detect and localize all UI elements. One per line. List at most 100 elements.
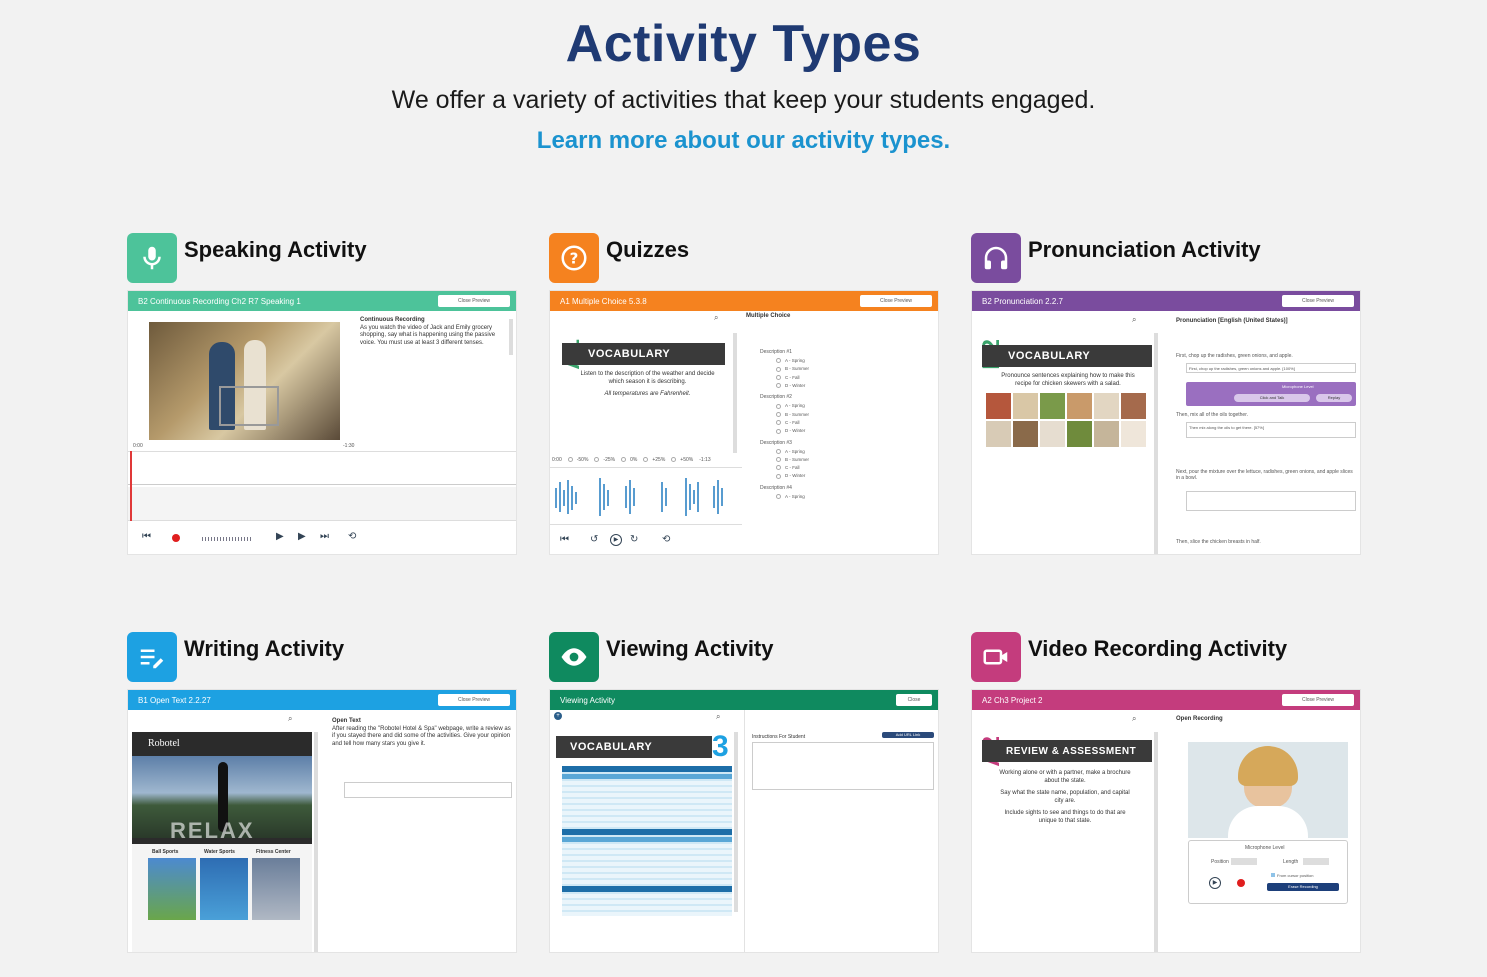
speed-option[interactable]: 0% (621, 457, 637, 463)
card-title: Pronunciation Activity (1028, 237, 1261, 262)
add-icon[interactable]: + (554, 712, 562, 720)
answer-option[interactable]: A - Spring (776, 358, 930, 364)
hotel-brand: Robotel (148, 738, 180, 749)
erase-recording-button[interactable]: Erase Recording (1267, 883, 1339, 891)
response-field[interactable] (344, 782, 512, 798)
preview-bar: B1 Open Text 2.2.27 Close Preview (128, 690, 516, 710)
zoom-icon[interactable]: ⌕ (1132, 315, 1136, 325)
answer-field[interactable] (1186, 491, 1356, 511)
quiz-instructions: Listen to the description of the weather… (580, 371, 715, 385)
speed-option[interactable]: -25% (594, 457, 615, 463)
skip-back-icon[interactable]: ⏮ (142, 531, 151, 542)
question-icon: ? (549, 233, 599, 283)
hero-section: Activity Types We offer a variety of act… (0, 0, 1487, 155)
video-thumbnail[interactable] (149, 322, 340, 440)
play-segment-icon[interactable]: ▶ (298, 531, 306, 542)
close-preview-button[interactable]: Close Preview (438, 694, 510, 706)
writing-instructions: After reading the "Robotel Hotel & Spa" … (332, 725, 511, 747)
answer-option[interactable]: C - Fall (776, 420, 930, 426)
sports-section: Ball Sports Water Sports Fitness Center (132, 844, 312, 952)
length-field[interactable] (1303, 858, 1329, 865)
zoom-icon[interactable]: ⌕ (288, 714, 292, 724)
vocabulary-banner: VOCABULARY (982, 345, 1152, 367)
rewind-icon[interactable]: ↺ (590, 534, 598, 545)
quiz-heading: Multiple Choice (746, 313, 791, 319)
scrollbar[interactable] (1154, 333, 1158, 554)
viewing-preview[interactable]: Viewing Activity Close + ⌕ VOCABULARY 3 … (549, 689, 939, 953)
answer-option[interactable]: B - Summer (776, 457, 930, 463)
speed-option[interactable]: +25% (643, 457, 665, 463)
card-quizzes: ? Quizzes A1 Multiple Choice 5.3.8 Close… (549, 233, 939, 555)
close-preview-button[interactable]: Close Preview (1282, 694, 1354, 706)
cursor-option[interactable]: From cursor position (1271, 873, 1313, 879)
audio-waveform[interactable] (550, 467, 742, 525)
play-icon[interactable]: ▶ (610, 534, 622, 546)
vocabulary-banner: VOCABULARY (562, 343, 725, 365)
loop-icon[interactable]: ⟲ (662, 534, 670, 545)
learn-more-link[interactable]: Learn more about our activity types. (537, 127, 950, 155)
answer-option[interactable]: C - Fall (776, 375, 930, 380)
answer-option[interactable]: D - Winter (776, 383, 930, 389)
click-talk-button[interactable]: Click and Talk (1234, 394, 1310, 402)
close-preview-button[interactable]: Close Preview (1282, 295, 1354, 307)
video-recording-preview[interactable]: A2 Ch3 Project 2 Close Preview ⌕ A2 REVI… (971, 689, 1361, 953)
loop-icon[interactable]: ⟲ (348, 531, 356, 542)
recording-heading: Open Recording (1176, 716, 1223, 722)
forward-icon[interactable]: ↻ (630, 534, 638, 545)
record-icon[interactable] (172, 534, 180, 542)
instructions-field[interactable] (752, 742, 934, 790)
scrollbar[interactable] (733, 333, 737, 453)
microphone-icon (127, 233, 177, 283)
skip-back-icon[interactable]: ⏮ (560, 534, 569, 545)
pronunciation-preview[interactable]: B2 Pronunciation 2.2.7 Close Preview ⌕ B… (971, 290, 1361, 555)
speed-controls[interactable]: 0:00 -50% -25% 0% +25% +50% -1:13 (552, 457, 740, 463)
add-url-button[interactable]: Add URL Link (882, 732, 934, 738)
answer-option[interactable]: B - Summer (776, 412, 930, 417)
sport-label: Ball Sports (152, 849, 179, 855)
waveform-track[interactable] (128, 451, 516, 485)
replay-button[interactable]: Replay (1316, 394, 1352, 402)
close-preview-button[interactable]: Close Preview (438, 295, 510, 307)
answer-option[interactable]: B - Summer (776, 366, 930, 372)
scrollbar[interactable] (1154, 732, 1158, 952)
answer-option[interactable]: A - Spring (776, 449, 930, 454)
zoom-icon[interactable]: ⌕ (714, 313, 718, 323)
writing-preview[interactable]: B1 Open Text 2.2.27 Close Preview ⌕ Robo… (127, 689, 517, 953)
scrollbar[interactable] (314, 732, 318, 952)
speaking-preview[interactable]: B2 Continuous Recording Ch2 R7 Speaking … (127, 290, 517, 555)
quiz-preview[interactable]: A1 Multiple Choice 5.3.8 Close Preview ⌕… (549, 290, 939, 555)
record-icon[interactable] (1237, 879, 1245, 887)
length-label: Length (1283, 859, 1299, 865)
activity-instructions: As you watch the video of Jack and Emily… (360, 324, 496, 346)
relax-text: RELAX (170, 818, 255, 843)
video-camera-icon (971, 632, 1021, 682)
preview-bar-title: A1 Multiple Choice 5.3.8 (560, 296, 647, 306)
speed-option[interactable]: -50% (567, 457, 588, 463)
close-preview-button[interactable]: Close Preview (860, 295, 932, 307)
speed-option[interactable]: +50% (671, 457, 693, 463)
time-end: -1:13 (699, 457, 711, 463)
playhead[interactable] (130, 451, 132, 521)
card-writing: Writing Activity B1 Open Text 2.2.27 Clo… (127, 632, 517, 953)
scrollbar[interactable] (509, 319, 513, 355)
skip-forward-icon[interactable]: ⏭ (320, 531, 329, 542)
position-field[interactable] (1231, 858, 1257, 865)
scrollbar[interactable] (734, 732, 738, 912)
answer-option[interactable]: D - Winter (776, 473, 930, 479)
card-title: Quizzes (606, 237, 690, 262)
recipe-image (986, 393, 1146, 447)
answer-field[interactable]: First, chop up the radishes, green onion… (1186, 363, 1356, 373)
sentence-item: Then, slice the chicken breasts in half. (1176, 539, 1261, 545)
headphones-icon (971, 233, 1021, 283)
answer-option[interactable]: C - Fall (776, 465, 930, 471)
play-icon[interactable]: ▶ (1209, 877, 1221, 889)
answer-option[interactable]: A - Spring (776, 403, 930, 409)
zoom-icon[interactable]: ⌕ (716, 712, 720, 722)
zoom-icon[interactable]: ⌕ (1132, 714, 1136, 724)
answer-option[interactable]: D - Winter (776, 428, 930, 434)
close-preview-button[interactable]: Close (896, 694, 932, 706)
play-icon[interactable]: ▶ (276, 531, 284, 542)
answer-field[interactable]: Then mix along the oils to get there. [5… (1186, 422, 1356, 438)
answer-option[interactable]: A - Spring (776, 494, 930, 500)
recording-track[interactable] (128, 487, 516, 521)
